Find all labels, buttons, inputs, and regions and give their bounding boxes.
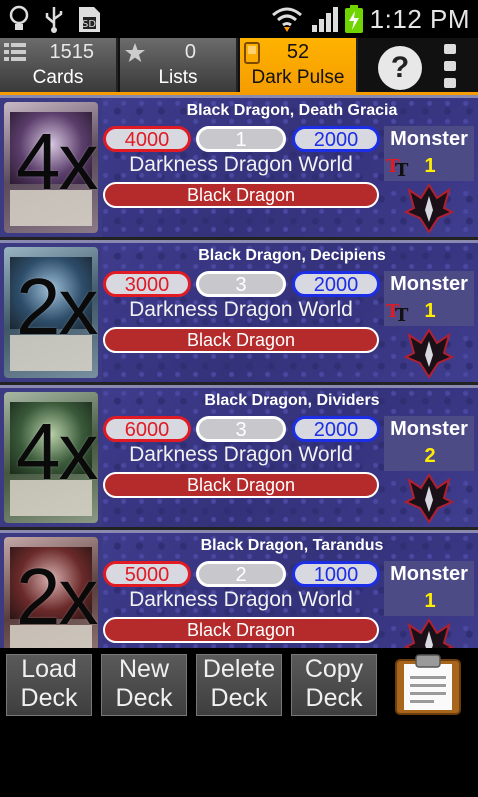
copy-deck-button[interactable]: Copy Deck: [291, 654, 377, 716]
card-name: Black Dragon, Decipiens: [198, 247, 386, 264]
card-attribute: Black Dragon: [103, 472, 379, 498]
card-list[interactable]: 4x Black Dragon, Death Gracia 4000 1 200…: [0, 95, 478, 648]
tt-icon: TT: [386, 156, 409, 177]
signal-icon: [312, 7, 338, 32]
delete-deck-button[interactable]: Delete Deck: [196, 654, 282, 716]
list-item[interactable]: 4x Black Dragon, Dividers 6000 3 2000 Da…: [0, 385, 478, 527]
card-size: 1: [424, 300, 436, 322]
card-critical: 2: [196, 561, 286, 587]
card-world: Darkness Dragon World: [129, 588, 353, 611]
tt-icon: TT: [386, 301, 409, 322]
card-type: Monster: [390, 563, 468, 585]
card-size: 1: [424, 155, 436, 177]
battery-charging-icon: [345, 5, 363, 33]
card-quantity: 4x: [16, 117, 98, 206]
card-power: 5000: [103, 561, 191, 587]
card-name: Black Dragon, Tarandus: [200, 537, 384, 554]
list-item[interactable]: 2x Black Dragon, Decipiens 3000 3 2000 D…: [0, 240, 478, 382]
card-power: 4000: [103, 126, 191, 152]
card-quantity: 2x: [16, 552, 98, 641]
card-attribute: Black Dragon: [103, 182, 379, 208]
card-quantity: 2x: [16, 262, 98, 351]
load-deck-button[interactable]: Load Deck: [6, 654, 92, 716]
help-button[interactable]: ?: [378, 46, 422, 90]
tab-cards-count: 1515: [49, 41, 95, 63]
card-size: 2: [424, 445, 436, 467]
card-power: 3000: [103, 271, 191, 297]
card-critical: 3: [196, 271, 286, 297]
new-deck-button[interactable]: New Deck: [101, 654, 187, 716]
overflow-menu-icon[interactable]: [444, 44, 458, 90]
card-name: Black Dragon, Death Gracia: [186, 102, 398, 119]
dragon-emblem-icon: [404, 328, 454, 379]
list-item[interactable]: 4x Black Dragon, Death Gracia 4000 1 200…: [0, 95, 478, 237]
usb-icon: [45, 7, 63, 33]
tab-lists-label: Lists: [158, 67, 198, 88]
svg-text:T: T: [395, 160, 409, 177]
card-critical: 3: [196, 416, 286, 442]
card-name: Black Dragon, Dividers: [204, 392, 380, 409]
clipboard-icon[interactable]: [394, 654, 462, 716]
card-type: Monster: [390, 273, 468, 295]
card-type: Monster: [390, 418, 468, 440]
card-world: Darkness Dragon World: [129, 443, 353, 466]
wifi-icon: [272, 7, 302, 32]
card-power: 6000: [103, 416, 191, 442]
svg-text:T: T: [395, 305, 409, 322]
card-critical: 1: [196, 126, 286, 152]
card-world: Darkness Dragon World: [129, 298, 353, 321]
tab-dark-pulse[interactable]: 52 Dark Pulse: [240, 38, 358, 92]
list-item[interactable]: 2x Black Dragon, Tarandus 5000 2 1000 Da…: [0, 530, 478, 648]
svg-text:SD: SD: [82, 19, 96, 30]
screen: SD 1:12 PM 1515 Cards 0 Lists 52 Dark Pu…: [0, 0, 478, 797]
tab-lists[interactable]: 0 Lists: [120, 38, 238, 92]
lightbulb-icon: [9, 5, 29, 30]
card-attribute: Black Dragon: [103, 327, 379, 353]
dragon-emblem-icon: [404, 183, 454, 234]
card-defense: 2000: [292, 271, 380, 297]
star-icon: [125, 43, 145, 62]
card-attribute: Black Dragon: [103, 617, 379, 643]
dragon-emblem-icon: [404, 618, 454, 648]
card-quantity: 4x: [16, 407, 98, 496]
tab-cards[interactable]: 1515 Cards: [0, 38, 118, 92]
card-type: Monster: [390, 128, 468, 150]
card-defense: 1000: [292, 561, 380, 587]
tab-dark-pulse-label: Dark Pulse: [251, 67, 345, 88]
card-defense: 2000: [292, 416, 380, 442]
list-icon: [4, 43, 26, 61]
sd-card-icon: SD: [79, 7, 100, 32]
card-size: 1: [424, 590, 436, 612]
tab-cards-label: Cards: [32, 67, 84, 88]
status-bar: SD 1:12 PM: [0, 0, 478, 38]
card-world: Darkness Dragon World: [129, 153, 353, 176]
tab-dark-pulse-count: 52: [286, 41, 310, 63]
tab-lists-count: 0: [184, 41, 196, 63]
clock: 1:12 PM: [369, 4, 470, 34]
dragon-emblem-icon: [404, 473, 454, 524]
card-defense: 2000: [292, 126, 380, 152]
